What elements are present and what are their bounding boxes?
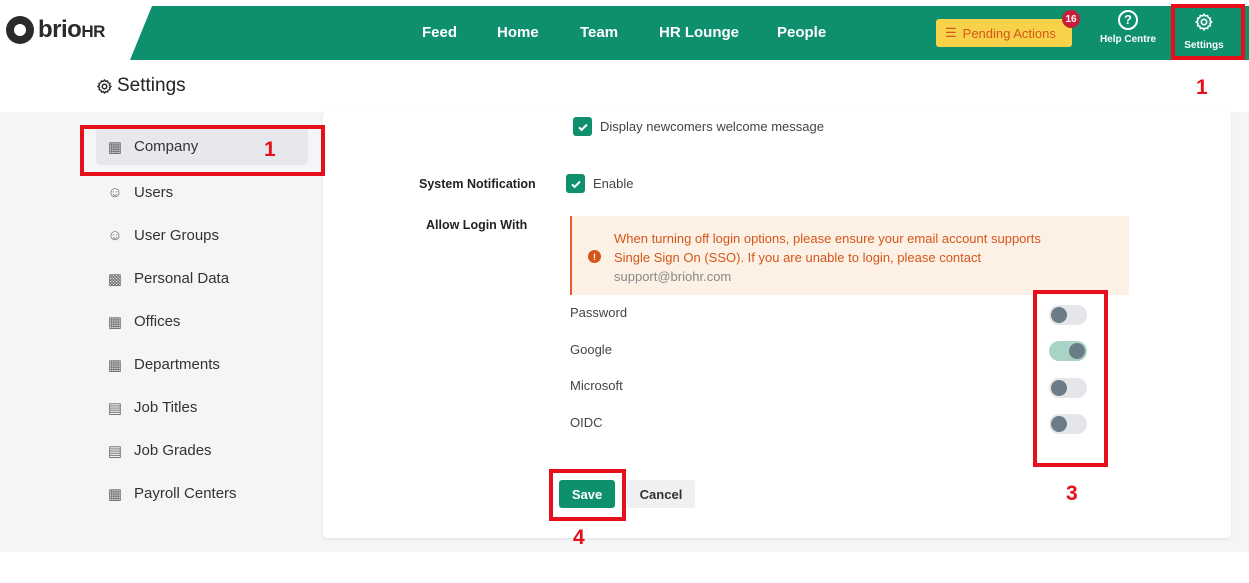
toggle-knob: [1051, 416, 1067, 432]
users-icon: ☺: [107, 227, 123, 244]
sidebar-item-label: Job Titles: [134, 399, 198, 416]
help-centre-label: Help Centre: [1099, 34, 1157, 45]
logo-icon: [6, 16, 34, 44]
password-toggle[interactable]: [1049, 305, 1087, 325]
gear-icon: [97, 78, 112, 94]
annotation-number-toggles: 3: [1066, 482, 1078, 505]
cancel-button[interactable]: Cancel: [627, 480, 695, 508]
briefcase-icon: ▤: [107, 399, 123, 417]
sidebar-item-label: Company: [134, 138, 199, 155]
info-icon: !: [588, 250, 601, 263]
help-centre-button[interactable]: ? Help Centre: [1096, 10, 1160, 45]
nav-hr-lounge[interactable]: HR Lounge: [659, 24, 739, 41]
nav-home[interactable]: Home: [497, 24, 539, 41]
settings-button[interactable]: Settings: [1175, 8, 1233, 58]
sso-warning-alert: ! When turning off login options, please…: [570, 216, 1129, 295]
settings-label: Settings: [1184, 40, 1224, 51]
system-notification-checkbox[interactable]: [566, 174, 585, 193]
google-toggle[interactable]: [1049, 341, 1087, 361]
briefcase-icon: ▤: [107, 442, 123, 460]
sidebar-item-label: Payroll Centers: [134, 485, 237, 502]
settings-panel: [323, 112, 1231, 538]
sidebar-item-job-grades[interactable]: ▤ Job Grades: [96, 429, 308, 472]
building-icon: ▦: [107, 485, 123, 503]
logo-text: brioHR: [38, 16, 105, 43]
annotation-number-save: 4: [573, 526, 585, 549]
sidebar-item-label: Personal Data: [134, 270, 230, 287]
toggle-knob: [1069, 343, 1085, 359]
top-bar: brioHR Feed Home Team HR Lounge People ☰…: [0, 0, 1249, 64]
sidebar-item-offices[interactable]: ▦ Offices: [96, 300, 308, 343]
allow-login-label: Allow Login With: [426, 218, 528, 232]
users-icon: ☺: [107, 184, 123, 201]
list-icon: ☰: [945, 25, 957, 40]
system-notification-label: System Notification: [419, 177, 536, 191]
google-label: Google: [570, 342, 612, 357]
sidebar-item-departments[interactable]: ▦ Departments: [96, 343, 308, 386]
oidc-label: OIDC: [570, 415, 603, 430]
pending-actions-label: Pending Actions: [962, 25, 1056, 41]
help-icon: ?: [1118, 10, 1138, 30]
sso-warning-text: When turning off login options, please e…: [614, 229, 1094, 286]
warning-line-2: Single Sign On (SSO). If you are unable …: [614, 250, 982, 265]
sidebar-item-label: Users: [134, 184, 174, 201]
nav-team[interactable]: Team: [580, 24, 618, 41]
settings-sidebar: ▦ Company ☺ Users ☺ User Groups ▩ Person…: [96, 128, 308, 515]
microsoft-label: Microsoft: [570, 378, 623, 393]
newcomers-option: Display newcomers welcome message: [573, 117, 824, 136]
pending-actions-button[interactable]: ☰ Pending Actions: [936, 19, 1072, 47]
annotation-number-company: 1: [264, 138, 276, 161]
pending-count-badge: 16: [1062, 10, 1080, 28]
sidebar-item-label: Departments: [134, 356, 220, 373]
nav-feed[interactable]: Feed: [422, 24, 457, 41]
sidebar-item-user-groups[interactable]: ☺ User Groups: [96, 214, 308, 257]
page: brioHR Feed Home Team HR Lounge People ☰…: [0, 0, 1249, 583]
toggle-knob: [1051, 380, 1067, 396]
building-icon: ▦: [107, 356, 123, 374]
check-icon: [577, 123, 588, 131]
newcomers-checkbox[interactable]: [573, 117, 592, 136]
page-title-text: Settings: [117, 75, 186, 96]
oidc-toggle[interactable]: [1049, 414, 1087, 434]
page-title: Settings: [96, 75, 186, 97]
toggle-knob: [1051, 307, 1067, 323]
annotation-number-settings: 1: [1196, 76, 1208, 99]
enable-label: Enable: [593, 176, 634, 191]
sidebar-item-payroll-centers[interactable]: ▦ Payroll Centers: [96, 472, 308, 515]
check-icon: [570, 180, 581, 188]
sidebar-item-label: User Groups: [134, 227, 220, 244]
sidebar-item-company[interactable]: ▦ Company: [96, 128, 308, 165]
support-email: support@briohr.com: [614, 269, 732, 284]
sidebar-item-label: Offices: [134, 313, 181, 330]
newcomers-label: Display newcomers welcome message: [600, 119, 824, 134]
sidebar-item-job-titles[interactable]: ▤ Job Titles: [96, 386, 308, 429]
sidebar-item-personal-data[interactable]: ▩ Personal Data: [96, 257, 308, 300]
building-icon: ▦: [107, 138, 123, 156]
nav-people[interactable]: People: [777, 24, 826, 41]
sidebar-item-users[interactable]: ☺ Users: [96, 171, 308, 214]
sidebar-item-label: Job Grades: [134, 442, 212, 459]
save-button[interactable]: Save: [559, 480, 615, 508]
warning-line-1: When turning off login options, please e…: [614, 231, 1041, 246]
system-notification-option: Enable: [566, 174, 633, 193]
gear-icon: [1195, 13, 1213, 31]
building-icon: ▦: [107, 313, 123, 331]
password-label: Password: [570, 305, 628, 320]
microsoft-toggle[interactable]: [1049, 378, 1087, 398]
brand-logo[interactable]: brioHR: [6, 16, 105, 44]
id-card-icon: ▩: [107, 270, 123, 288]
